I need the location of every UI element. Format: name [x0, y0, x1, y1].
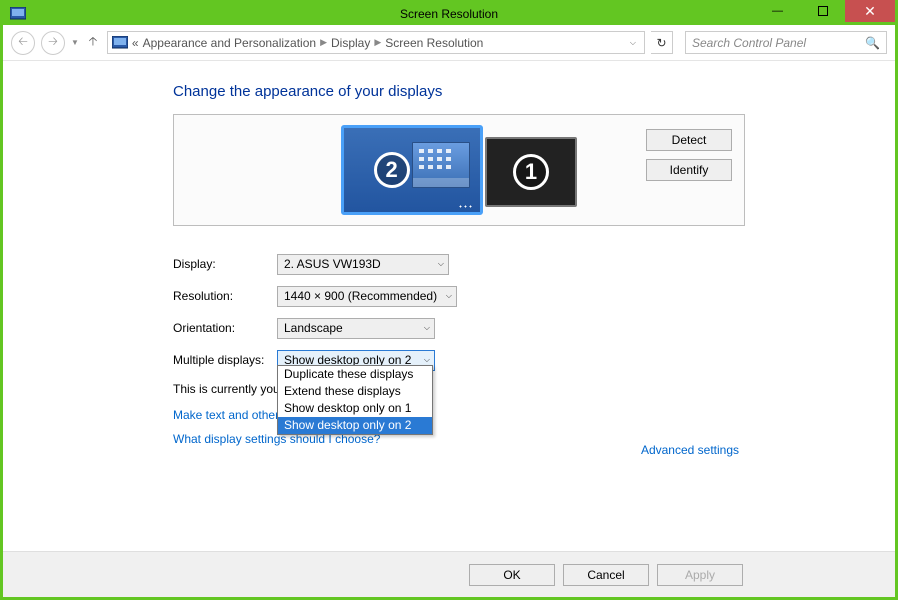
display-select-value: 2. ASUS VW193D — [284, 257, 381, 271]
dialog-footer: OK Cancel Apply — [3, 551, 895, 597]
refresh-button[interactable]: ↻ — [651, 31, 673, 54]
forward-button[interactable]: 🡢 — [41, 31, 65, 55]
minimize-button[interactable]: — — [755, 0, 800, 22]
display-label: Display: — [173, 257, 277, 271]
breadcrumb-item[interactable]: Display — [331, 36, 370, 50]
resolution-select[interactable]: 1440 × 900 (Recommended) ⌵ — [277, 286, 457, 307]
back-button[interactable]: 🡠 — [11, 31, 35, 55]
display-select[interactable]: 2. ASUS VW193D ⌵ — [277, 254, 449, 275]
breadcrumb-bar[interactable]: « Appearance and Personalization ▶ Displ… — [107, 31, 645, 54]
orientation-select[interactable]: Landscape ⌵ — [277, 318, 435, 339]
search-icon: 🔍 — [865, 36, 880, 50]
multiple-displays-label: Multiple displays: — [173, 353, 277, 367]
up-button[interactable]: 🡡 — [85, 32, 101, 53]
apply-button: Apply — [657, 564, 743, 586]
resolution-label: Resolution: — [173, 289, 277, 303]
monitor-number: 1 — [513, 154, 549, 190]
chevron-down-icon: ⌵ — [438, 259, 444, 269]
page-heading: Change the appearance of your displays — [173, 83, 895, 100]
orientation-label: Orientation: — [173, 321, 277, 335]
monitor-1[interactable]: 1 — [485, 137, 577, 207]
dropdown-option[interactable]: Extend these displays — [278, 383, 432, 400]
dropdown-option[interactable]: Duplicate these displays — [278, 366, 432, 383]
content-area: Change the appearance of your displays 2… — [3, 61, 895, 551]
maximize-button[interactable] — [800, 0, 845, 22]
monitor-number: 2 — [374, 152, 410, 188]
close-button[interactable]: ✕ — [845, 0, 895, 22]
window-frame: Screen Resolution — ✕ 🡠 🡢 ▼ 🡡 « Appearan… — [0, 0, 898, 600]
breadcrumb-item[interactable]: Appearance and Personalization — [143, 36, 316, 50]
multiple-displays-dropdown: Duplicate these displays Extend these di… — [277, 365, 433, 435]
chevron-right-icon: ▶ — [320, 37, 327, 48]
chevron-down-icon: ⌵ — [446, 291, 452, 301]
search-placeholder: Search Control Panel — [692, 36, 806, 50]
breadcrumb-root: « — [132, 36, 139, 50]
display-preview: 2 1 Detect Identify — [173, 114, 745, 226]
dropdown-option[interactable]: Show desktop only on 1 — [278, 400, 432, 417]
breadcrumb-dropdown-button[interactable]: ⌵ — [630, 38, 640, 48]
orientation-select-value: Landscape — [284, 321, 343, 335]
breadcrumb-item[interactable]: Screen Resolution — [385, 36, 483, 50]
detect-button[interactable]: Detect — [646, 129, 732, 151]
nav-toolbar: 🡠 🡢 ▼ 🡡 « Appearance and Personalization… — [3, 25, 895, 61]
control-panel-icon — [112, 36, 128, 50]
monitor-2[interactable]: 2 — [341, 125, 483, 215]
search-input[interactable]: Search Control Panel 🔍 — [685, 31, 887, 54]
cancel-button[interactable]: Cancel — [563, 564, 649, 586]
desktop-thumbnail — [412, 142, 470, 188]
identify-button[interactable]: Identify — [646, 159, 732, 181]
window-controls: — ✕ — [755, 0, 895, 22]
chevron-down-icon: ⌵ — [424, 355, 430, 365]
monitor-layout[interactable]: 2 1 — [341, 125, 577, 215]
resolution-select-value: 1440 × 900 (Recommended) — [284, 289, 437, 303]
advanced-settings-link[interactable]: Advanced settings — [641, 443, 739, 457]
titlebar[interactable]: Screen Resolution — ✕ — [3, 3, 895, 25]
chevron-right-icon: ▶ — [374, 37, 381, 48]
ok-button[interactable]: OK — [469, 564, 555, 586]
settings-form: Display: 2. ASUS VW193D ⌵ Resolution: 14… — [173, 248, 895, 396]
chevron-down-icon: ⌵ — [424, 323, 430, 333]
dropdown-option-selected[interactable]: Show desktop only on 2 — [278, 417, 432, 434]
